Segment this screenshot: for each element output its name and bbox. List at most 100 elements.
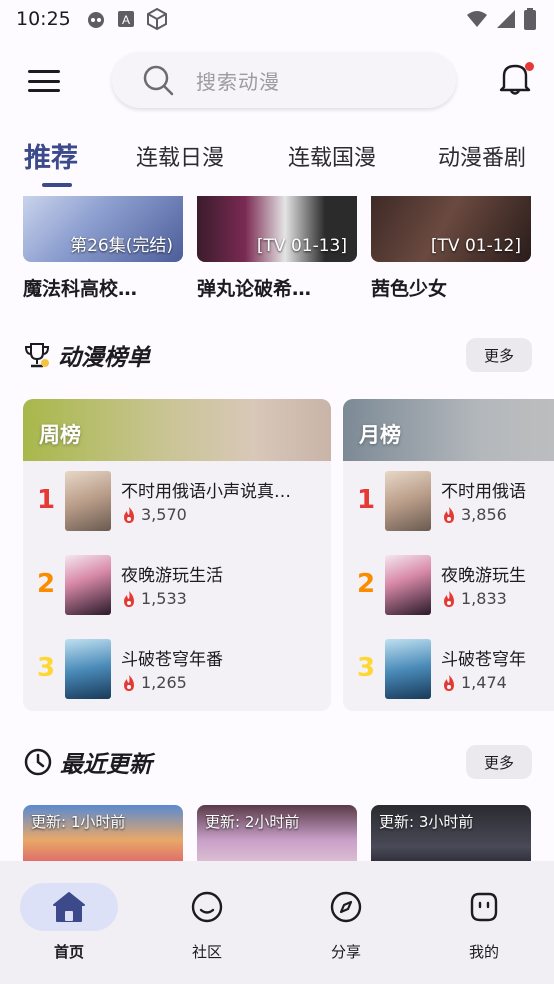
trophy-icon [24, 343, 50, 368]
anime-title: 茜色少女 [371, 278, 448, 300]
fire-icon [444, 506, 454, 523]
section-title: 最近更新 [60, 752, 152, 778]
search-bar[interactable]: 搜索动漫 [112, 52, 456, 108]
nav-label: 社区 [191, 943, 222, 961]
rank-card-header: 月榜 [343, 399, 554, 461]
tab-serial-chinese[interactable]: 连载国漫 [288, 140, 376, 172]
rank-item[interactable]: 1 不时用俄语 3,856 [343, 471, 554, 533]
fire-icon [444, 674, 454, 691]
update-label: 更新: 2小时前 [205, 813, 300, 831]
nav-profile[interactable]: 我的 [434, 883, 534, 963]
svg-text:A: A [122, 13, 130, 27]
episode-label: [TV 01-13] [256, 236, 347, 256]
category-tabs: 推荐 连载日漫 连载国漫 动漫番剧 [0, 140, 554, 190]
recent-section-header: 最近更新 更多 [24, 744, 532, 780]
rank-item[interactable]: 3 斗破苍穹年 1,474 [343, 639, 554, 701]
rank-lists: 周榜 1 不时用俄语小声说真… 3,570 2 夜晚游玩生活 1,533 3 斗… [0, 399, 554, 713]
anime-cover [65, 471, 111, 531]
recent-cards: 更新: 1小时前 更新: 2小时前 更新: 3小时前 [0, 805, 554, 861]
recent-card[interactable]: 更新: 2小时前 [197, 805, 357, 861]
heat-value: 1,265 [141, 673, 187, 692]
rank-item-heat: 1,533 [121, 589, 187, 608]
rank-item-title: 夜晚游玩生 [441, 566, 526, 586]
home-icon [53, 892, 85, 922]
signal-icon [497, 10, 515, 28]
nav-community[interactable]: 社区 [157, 883, 257, 963]
rank-section-header: 动漫榜单 更多 [24, 337, 532, 373]
heat-value: 3,570 [141, 505, 187, 524]
anime-title: 弹丸论破希… [197, 278, 312, 300]
rank-number: 2 [357, 569, 376, 599]
top-app-bar: 搜索动漫 [0, 50, 554, 112]
anime-cover [65, 555, 111, 615]
anime-title: 魔法科高校… [23, 278, 138, 300]
recent-card[interactable]: 更新: 3小时前 [371, 805, 531, 861]
status-time: 10:25 [16, 8, 71, 30]
monthly-rank-card[interactable]: 月榜 1 不时用俄语 3,856 2 夜晚游玩生 1,833 3 斗破苍穹年 1… [343, 399, 554, 711]
rank-item[interactable]: 3 斗破苍穹年番 1,265 [23, 639, 331, 701]
recommend-cards: 第26集(完结) 魔法科高校… [TV 01-13] 弹丸论破希… [TV 01… [0, 196, 554, 306]
rank-number: 1 [357, 485, 376, 515]
heat-value: 1,533 [141, 589, 187, 608]
more-button[interactable]: 更多 [466, 338, 532, 372]
smile-icon [191, 891, 223, 923]
anime-cover [385, 555, 431, 615]
rank-item-heat: 1,833 [441, 589, 507, 608]
anime-cover [385, 471, 431, 531]
fire-icon [124, 590, 134, 607]
rank-number: 1 [37, 485, 56, 515]
notification-button[interactable] [498, 60, 536, 100]
rank-item[interactable]: 2 夜晚游玩生活 1,533 [23, 555, 331, 617]
weekly-rank-card[interactable]: 周榜 1 不时用俄语小声说真… 3,570 2 夜晚游玩生活 1,533 3 斗… [23, 399, 331, 711]
nav-label: 我的 [468, 943, 499, 961]
rank-item-title: 不时用俄语 [441, 482, 526, 502]
status-bar: 10:25 A [0, 0, 554, 38]
anime-card[interactable]: [TV 01-12] 茜色少女 [371, 196, 531, 301]
rank-item-title: 斗破苍穹年 [441, 650, 526, 670]
bottom-navigation: 首页 社区 分享 我的 [0, 861, 554, 984]
recent-card[interactable]: 更新: 1小时前 [23, 805, 183, 861]
tab-recommend[interactable]: 推荐 [24, 136, 78, 175]
more-button[interactable]: 更多 [466, 745, 532, 779]
menu-icon [28, 70, 60, 73]
search-icon [143, 65, 174, 96]
rank-item[interactable]: 1 不时用俄语小声说真… 3,570 [23, 471, 331, 533]
nav-label: 分享 [330, 943, 361, 961]
tab-serial-japanese[interactable]: 连载日漫 [136, 140, 224, 172]
rank-card-header: 周榜 [23, 399, 331, 461]
compass-icon [330, 891, 362, 923]
rank-number: 3 [37, 653, 56, 683]
font-icon: A [117, 11, 134, 27]
cat-icon [87, 12, 104, 28]
anime-cover [65, 639, 111, 699]
nav-label: 首页 [53, 943, 84, 961]
anime-card[interactable]: [TV 01-13] 弹丸论破希… [197, 196, 357, 301]
rank-item-title: 夜晚游玩生活 [121, 566, 223, 586]
tab-anime-series[interactable]: 动漫番剧 [438, 140, 526, 172]
update-label: 更新: 3小时前 [379, 813, 474, 831]
cube-icon [146, 7, 167, 31]
search-input[interactable]: 搜索动漫 [196, 66, 280, 95]
nav-home[interactable]: 首页 [19, 883, 119, 963]
tab-indicator [42, 183, 72, 187]
heat-value: 3,856 [461, 505, 507, 524]
fire-icon [444, 590, 454, 607]
rank-item-heat: 1,265 [121, 673, 187, 692]
wifi-icon [467, 11, 487, 27]
rank-item-title: 斗破苍穹年番 [121, 650, 223, 670]
heat-value: 1,833 [461, 589, 507, 608]
menu-button[interactable] [24, 66, 64, 96]
fire-icon [124, 674, 134, 691]
nav-share[interactable]: 分享 [296, 883, 396, 963]
rank-number: 2 [37, 569, 56, 599]
rank-item-heat: 3,570 [121, 505, 187, 524]
episode-label: [TV 01-12] [430, 236, 521, 256]
rank-list-name: 周榜 [39, 423, 81, 447]
anime-cover: 第26集(完结) [23, 196, 183, 262]
anime-cover [385, 639, 431, 699]
fire-icon [124, 506, 134, 523]
section-title: 动漫榜单 [58, 345, 150, 371]
anime-card[interactable]: 第26集(完结) 魔法科高校… [23, 196, 183, 301]
rank-item[interactable]: 2 夜晚游玩生 1,833 [343, 555, 554, 617]
heat-value: 1,474 [461, 673, 507, 692]
